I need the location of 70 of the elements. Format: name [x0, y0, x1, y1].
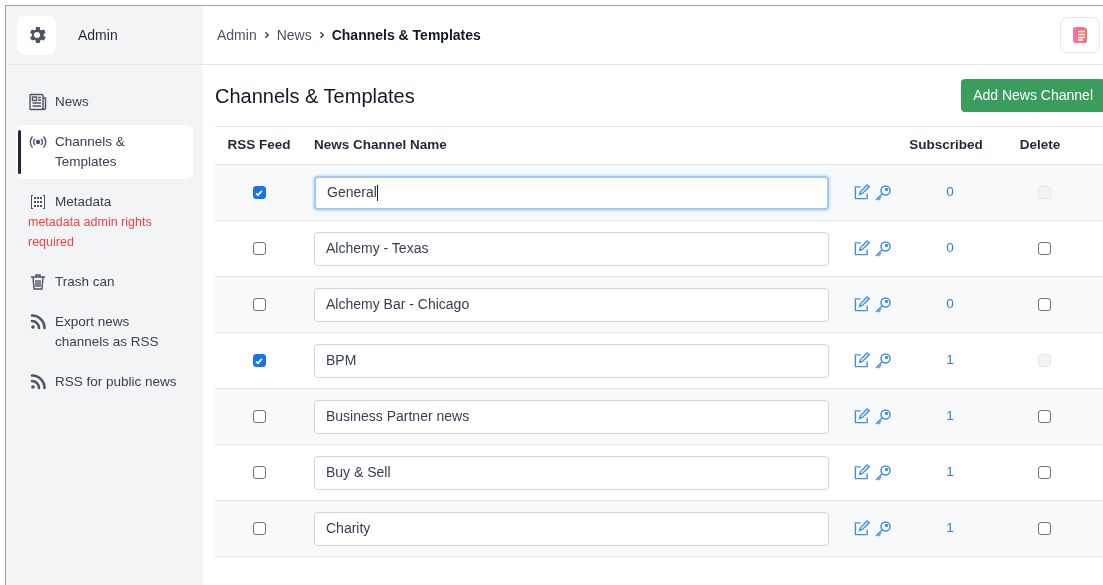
- subscribed-count[interactable]: 0: [908, 238, 992, 259]
- edit-icon[interactable]: [853, 296, 870, 313]
- subscribed-count[interactable]: 1: [908, 462, 992, 483]
- key-icon[interactable]: [874, 295, 892, 314]
- sidebar-item-label: News: [55, 93, 89, 111]
- checkbox[interactable]: [252, 354, 266, 367]
- sidebar-item[interactable]: RSS for public news: [16, 365, 193, 399]
- channel-name-field[interactable]: General: [314, 175, 829, 210]
- checkbox[interactable]: [252, 298, 266, 311]
- sidebar-item-label: Metadata: [55, 193, 112, 211]
- checkbox[interactable]: [252, 466, 266, 479]
- sidebar-item-label: Trash can: [55, 273, 115, 291]
- subscribed-count[interactable]: 0: [908, 182, 992, 203]
- checkbox[interactable]: [1037, 466, 1051, 479]
- grid-icon: [28, 192, 48, 212]
- selection-bar: [18, 130, 21, 174]
- checkbox[interactable]: [252, 186, 266, 199]
- sidebar-item[interactable]: News: [16, 85, 193, 119]
- rss-icon: [28, 372, 48, 392]
- channel-name-field[interactable]: BPM: [314, 343, 829, 378]
- channel-name-field[interactable]: Alchemy - Texas: [314, 231, 829, 266]
- checkbox[interactable]: [1037, 410, 1051, 423]
- sidebar-item[interactable]: Trash can: [16, 265, 193, 299]
- column-header: Subscribed: [908, 136, 984, 155]
- key-icon[interactable]: [874, 239, 892, 258]
- sidebar-item[interactable]: Channels & Templates: [16, 125, 193, 179]
- key-icon[interactable]: [874, 519, 892, 538]
- subscribed-count[interactable]: 0: [908, 294, 992, 315]
- sidebar-item-label: Channels & Templates: [55, 133, 126, 171]
- key-icon[interactable]: [874, 407, 892, 426]
- checkbox[interactable]: [1037, 242, 1051, 255]
- chevron-right-icon: [317, 31, 326, 39]
- news-app-button[interactable]: [1060, 17, 1100, 53]
- page-title: Channels & Templates: [215, 83, 415, 109]
- column-header: Delete: [1018, 136, 1062, 155]
- key-icon[interactable]: [874, 463, 892, 482]
- newspaper-icon: [28, 92, 48, 112]
- edit-icon[interactable]: [853, 520, 870, 537]
- edit-icon[interactable]: [853, 408, 870, 425]
- checkbox[interactable]: [252, 242, 266, 255]
- document-icon: [1070, 25, 1090, 45]
- edit-icon[interactable]: [853, 184, 870, 201]
- checkbox[interactable]: [1037, 298, 1051, 311]
- breadcrumb-link[interactable]: Admin: [217, 24, 257, 46]
- channel-name-field[interactable]: Buy & Sell: [314, 455, 829, 490]
- edit-icon[interactable]: [853, 240, 870, 257]
- breadcrumb-link[interactable]: News: [276, 24, 312, 46]
- subscribed-count[interactable]: 1: [908, 518, 992, 539]
- edit-icon[interactable]: [853, 464, 870, 481]
- key-icon[interactable]: [874, 351, 892, 370]
- column-header: RSS Feed: [226, 136, 292, 155]
- warning-text: metadata admin rights required: [28, 214, 153, 251]
- app-title: Admin: [78, 25, 118, 45]
- sidebar-item[interactable]: Metadata metadata admin rights required: [16, 185, 193, 259]
- subscribed-count[interactable]: 1: [908, 406, 992, 427]
- checkbox[interactable]: [252, 522, 266, 535]
- subscribed-count[interactable]: 1: [908, 350, 992, 371]
- rss-icon: [28, 312, 48, 332]
- checkbox[interactable]: [1037, 522, 1051, 535]
- sidebar-item[interactable]: Export news channels as RSS: [16, 305, 193, 359]
- sidebar-item-label: Export news channels as RSS: [55, 313, 160, 351]
- chevron-right-icon: [262, 31, 271, 39]
- channel-name-field[interactable]: Business Partner news: [314, 399, 829, 434]
- edit-icon[interactable]: [853, 352, 870, 369]
- channel-name-field[interactable]: Alchemy Bar - Chicago: [314, 287, 829, 322]
- channel-name-field[interactable]: Charity: [314, 511, 829, 546]
- key-icon[interactable]: [874, 183, 892, 202]
- sidebar-item-label: RSS for public news: [55, 373, 177, 391]
- checkbox[interactable]: [252, 410, 266, 423]
- trash-icon: [28, 272, 48, 292]
